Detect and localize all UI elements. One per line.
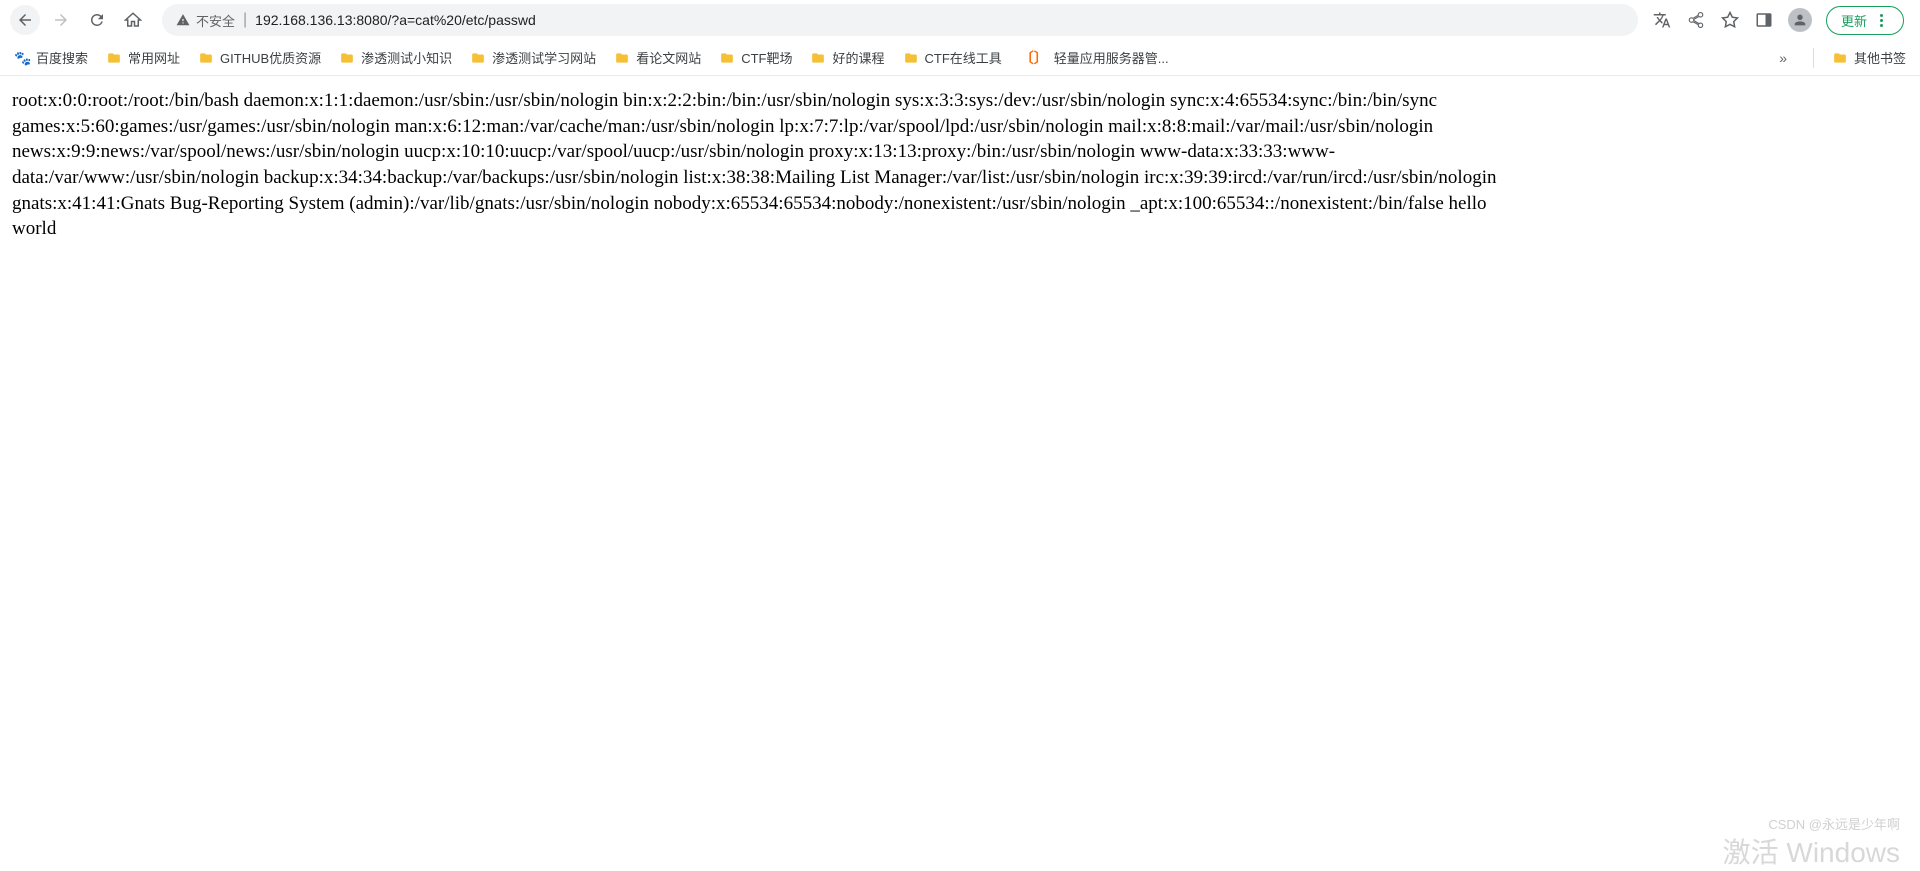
update-label: 更新 [1841, 11, 1867, 30]
address-bar[interactable]: 不安全 | [162, 4, 1638, 36]
folder-icon [470, 51, 486, 65]
bookmark-folder-ctf-tools[interactable]: CTF在线工具 [903, 48, 1002, 67]
bookmark-folder-ctf-range[interactable]: CTF靶场 [719, 48, 792, 67]
bookmark-label: 百度搜索 [36, 48, 88, 67]
browser-toolbar: 不安全 | 更新 [0, 0, 1920, 40]
share-button[interactable] [1686, 10, 1706, 30]
folder-icon [339, 51, 355, 65]
folder-icon [198, 51, 214, 65]
folder-icon [903, 51, 919, 65]
arrow-right-icon [52, 11, 70, 29]
bookmark-label: CTF靶场 [741, 48, 792, 67]
bookmark-cloud-server[interactable]: 〔〕 轻量应用服务器管... [1020, 48, 1169, 68]
bookmark-baidu[interactable]: 🐾 百度搜索 [14, 48, 88, 67]
translate-button[interactable] [1652, 10, 1672, 30]
home-icon [124, 11, 142, 29]
bookmark-folder-pentest-learn[interactable]: 渗透测试学习网站 [470, 48, 596, 67]
bookmark-label: 好的课程 [832, 48, 884, 67]
forward-button[interactable] [46, 5, 76, 35]
divider [1813, 48, 1814, 68]
bookmark-label: GITHUB优质资源 [220, 48, 321, 67]
folder-icon [719, 51, 735, 65]
bookmark-folder-common[interactable]: 常用网址 [106, 48, 180, 67]
bookmark-button[interactable] [1720, 10, 1740, 30]
bookmark-label: 渗透测试小知识 [361, 48, 452, 67]
bookmark-folder-papers[interactable]: 看论文网站 [614, 48, 701, 67]
cloud-icon: 〔〕 [1020, 48, 1048, 68]
reload-icon [88, 11, 106, 29]
bookmark-folder-pentest-tips[interactable]: 渗透测试小知识 [339, 48, 452, 67]
bookmark-label: 看论文网站 [636, 48, 701, 67]
translate-icon [1653, 11, 1671, 29]
security-indicator[interactable]: 不安全 [176, 11, 235, 30]
page-body-text: root:x:0:0:root:/root:/bin/bash daemon:x… [0, 76, 1520, 254]
arrow-left-icon [16, 11, 34, 29]
update-button[interactable]: 更新 [1826, 6, 1904, 35]
star-icon [1721, 11, 1739, 29]
bookmark-label: CTF在线工具 [925, 48, 1002, 67]
folder-icon [106, 51, 122, 65]
bookmark-label: 渗透测试学习网站 [492, 48, 596, 67]
person-icon [1792, 12, 1808, 28]
folder-icon [1832, 51, 1848, 65]
back-button[interactable] [10, 5, 40, 35]
bookmarks-bar: 🐾 百度搜索 常用网址 GITHUB优质资源 渗透测试小知识 渗透测试学习网站 … [0, 40, 1920, 76]
share-icon [1687, 11, 1705, 29]
warning-icon [176, 13, 190, 27]
url-input[interactable] [255, 12, 1624, 28]
bookmark-folder-courses[interactable]: 好的课程 [810, 48, 884, 67]
menu-dots-icon [1873, 12, 1889, 28]
reload-button[interactable] [82, 5, 112, 35]
folder-icon [810, 51, 826, 65]
toolbar-right: 更新 [1652, 6, 1910, 35]
bookmarks-overflow[interactable]: » [1771, 50, 1795, 66]
bookmark-folder-github[interactable]: GITHUB优质资源 [198, 48, 321, 67]
bookmark-label: 其他书签 [1854, 48, 1906, 67]
side-panel-button[interactable] [1754, 10, 1774, 30]
baidu-icon: 🐾 [14, 50, 30, 66]
separator: | [243, 11, 247, 29]
bookmark-label: 常用网址 [128, 48, 180, 67]
panel-icon [1755, 11, 1773, 29]
insecure-label: 不安全 [196, 11, 235, 30]
windows-watermark: 激活 Windows [1723, 831, 1900, 871]
home-button[interactable] [118, 5, 148, 35]
other-bookmarks[interactable]: 其他书签 [1832, 48, 1906, 67]
bookmark-label: 轻量应用服务器管... [1054, 48, 1169, 67]
folder-icon [614, 51, 630, 65]
profile-button[interactable] [1788, 8, 1812, 32]
